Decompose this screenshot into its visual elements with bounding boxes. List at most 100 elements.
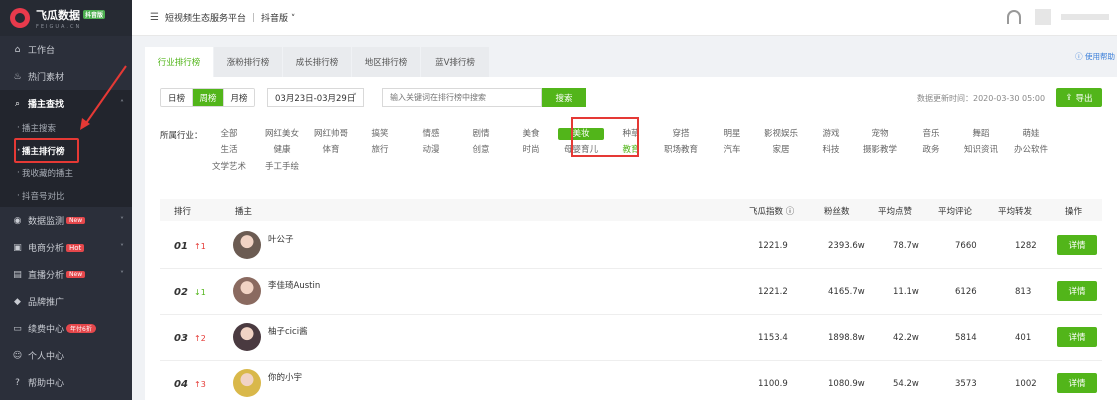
avatar[interactable] xyxy=(233,231,261,259)
table-header: 排行 播主 飞瓜指数 ⓘ 粉丝数 平均点赞 平均评论 平均转发 操作 xyxy=(160,199,1102,221)
avg-likes: 54.2w xyxy=(893,379,919,389)
industry-option[interactable]: 舞蹈 xyxy=(958,128,1004,140)
tab-growth-ranking[interactable]: 成长排行榜 xyxy=(283,47,351,77)
table-row: 04 ↑3 你的小宇 1100.9 1080.9w 54.2w 3573 1002 详情 xyxy=(160,361,1102,400)
industry-option[interactable]: 动漫 xyxy=(408,144,454,156)
export-icon: ⇪ xyxy=(1065,92,1073,103)
industry-option[interactable]: 创意 xyxy=(458,144,504,156)
industry-option[interactable]: 剧情 xyxy=(458,128,504,140)
version-switch[interactable]: 抖音版 ˅ xyxy=(261,11,295,24)
period-month-button[interactable]: 月榜 xyxy=(223,89,254,106)
streamer-name[interactable]: 柚子cici酱 xyxy=(268,325,308,337)
detail-button[interactable]: 详情 xyxy=(1057,327,1097,347)
industry-option[interactable]: 美食 xyxy=(508,128,554,140)
industry-option[interactable]: 文学艺术 xyxy=(206,161,252,173)
industry-option[interactable]: 体育 xyxy=(308,144,354,156)
industry-option[interactable]: 职场教育 xyxy=(658,144,704,156)
streamer-name[interactable]: 李佳琦Austin xyxy=(268,279,320,291)
industry-option[interactable]: 办公软件 xyxy=(1008,144,1054,156)
menu-icon[interactable]: ☰ xyxy=(150,12,159,23)
industry-option[interactable]: 影视娱乐 xyxy=(758,128,804,140)
sidebar-item-renewal[interactable]: ▭ 续费中心 年付6折 xyxy=(0,315,132,342)
headset-icon[interactable] xyxy=(1007,10,1021,24)
ranking-tabs: 行业排行榜 涨粉排行榜 成长排行榜 地区排行榜 蓝V排行榜 ⓘ 使用帮助 xyxy=(145,47,1117,77)
detail-button[interactable]: 详情 xyxy=(1057,281,1097,301)
industry-option[interactable]: 宠物 xyxy=(857,128,903,140)
avatar[interactable] xyxy=(1035,9,1051,25)
info-icon[interactable]: ⓘ xyxy=(786,207,795,217)
sidebar-item-profile[interactable]: ☺ 个人中心 xyxy=(0,342,132,369)
tab-fans-growth-ranking[interactable]: 涨粉排行榜 xyxy=(214,47,282,77)
new-badge: New xyxy=(66,217,86,224)
sidebar-item-brand[interactable]: ◆ 品牌推广 xyxy=(0,288,132,315)
industry-option[interactable]: 时尚 xyxy=(508,144,554,156)
chevron-down-icon: ˅ xyxy=(120,216,124,225)
discount-badge: 年付6折 xyxy=(66,324,96,333)
export-button[interactable]: ⇪ 导出 xyxy=(1056,88,1102,107)
sidebar-item-ecommerce[interactable]: ▣ 电商分析 Hot ˅ xyxy=(0,234,132,261)
avatar[interactable] xyxy=(233,277,261,305)
tab-bluev-ranking[interactable]: 蓝V排行榜 xyxy=(421,47,489,77)
industry-option[interactable]: 全部 xyxy=(206,128,252,140)
brand-name: 飞瓜数据 xyxy=(36,8,80,22)
industry-option[interactable]: 明星 xyxy=(709,128,755,140)
industry-option[interactable]: 搞笑 xyxy=(357,128,403,140)
industry-option[interactable]: 穿搭 xyxy=(658,128,704,140)
industry-option[interactable]: 生活 xyxy=(206,144,252,156)
rank-trend: ↑1 xyxy=(194,242,206,251)
detail-button[interactable]: 详情 xyxy=(1057,235,1097,255)
sidebar-subitem-compare[interactable]: 抖音号对比 xyxy=(0,185,132,208)
sidebar-item-live[interactable]: ▤ 直播分析 New ˅ xyxy=(0,261,132,288)
username[interactable] xyxy=(1061,14,1109,20)
ranking-search-input[interactable] xyxy=(382,88,542,107)
brand-badge: 抖音版 xyxy=(83,10,106,19)
industry-option[interactable]: 情感 xyxy=(408,128,454,140)
card-icon: ▭ xyxy=(13,323,22,334)
diamond-icon: ◆ xyxy=(14,296,21,307)
industry-option[interactable]: 健康 xyxy=(259,144,305,156)
industry-option[interactable]: 音乐 xyxy=(908,128,954,140)
streamer-name[interactable]: 你的小宇 xyxy=(268,371,302,383)
avatar[interactable] xyxy=(233,323,261,351)
col-avg-comments: 平均评论 xyxy=(938,207,973,217)
tab-region-ranking[interactable]: 地区排行榜 xyxy=(352,47,420,77)
col-feigua-index: 飞瓜指数 ⓘ xyxy=(749,207,795,217)
period-day-button[interactable]: 日榜 xyxy=(161,89,192,106)
live-icon: ▤ xyxy=(13,269,22,280)
industry-option[interactable]: 知识资讯 xyxy=(958,144,1004,156)
industry-option[interactable]: 网红美女 xyxy=(259,128,305,140)
avg-comments: 3573 xyxy=(955,379,977,389)
date-range-select[interactable]: 03月23日-03月29日 ˅ xyxy=(267,88,364,107)
industry-option[interactable]: 游戏 xyxy=(808,128,854,140)
rank-number: 02 xyxy=(174,287,188,298)
search-button[interactable]: 搜索 xyxy=(542,88,586,107)
help-link[interactable]: ⓘ 使用帮助 xyxy=(1075,51,1115,62)
main-card: 行业排行榜 涨粉排行榜 成长排行榜 地区排行榜 蓝V排行榜 ⓘ 使用帮助 日榜 … xyxy=(145,47,1117,400)
col-streamer: 播主 xyxy=(235,207,253,217)
industry-option[interactable]: 旅行 xyxy=(357,144,403,156)
highlight-box-ranking xyxy=(14,138,79,163)
user-icon: ☺ xyxy=(12,350,23,361)
streamer-name[interactable]: 叶公子 xyxy=(268,233,294,245)
annotation-arrow xyxy=(80,65,127,130)
fans-count: 1080.9w xyxy=(828,379,865,389)
col-avg-shares: 平均转发 xyxy=(998,207,1033,217)
detail-button[interactable]: 详情 xyxy=(1057,373,1097,393)
sidebar-item-workbench[interactable]: ⌂ 工作台 xyxy=(0,36,132,63)
brand-logo[interactable]: 飞瓜数据 抖音版 FEIGUA.CN xyxy=(0,0,132,36)
avatar[interactable] xyxy=(233,369,261,397)
industry-option[interactable]: 手工手绘 xyxy=(259,161,305,173)
industry-option[interactable]: 汽车 xyxy=(709,144,755,156)
sidebar-subitem-favorites[interactable]: 我收藏的播主 xyxy=(0,162,132,185)
industry-option[interactable]: 科技 xyxy=(808,144,854,156)
sidebar-item-help[interactable]: ? 帮助中心 xyxy=(0,369,132,396)
industry-option[interactable]: 政务 xyxy=(908,144,954,156)
period-week-button[interactable]: 周榜 xyxy=(192,89,223,106)
industry-option[interactable]: 家居 xyxy=(758,144,804,156)
industry-option[interactable]: 萌娃 xyxy=(1008,128,1054,140)
industry-option[interactable]: 摄影教学 xyxy=(857,144,903,156)
sidebar-item-monitoring[interactable]: ◉ 数据监测 New ˅ xyxy=(0,207,132,234)
cart-icon: ▣ xyxy=(13,242,22,253)
industry-option[interactable]: 网红帅哥 xyxy=(308,128,354,140)
tab-industry-ranking[interactable]: 行业排行榜 xyxy=(145,47,213,77)
